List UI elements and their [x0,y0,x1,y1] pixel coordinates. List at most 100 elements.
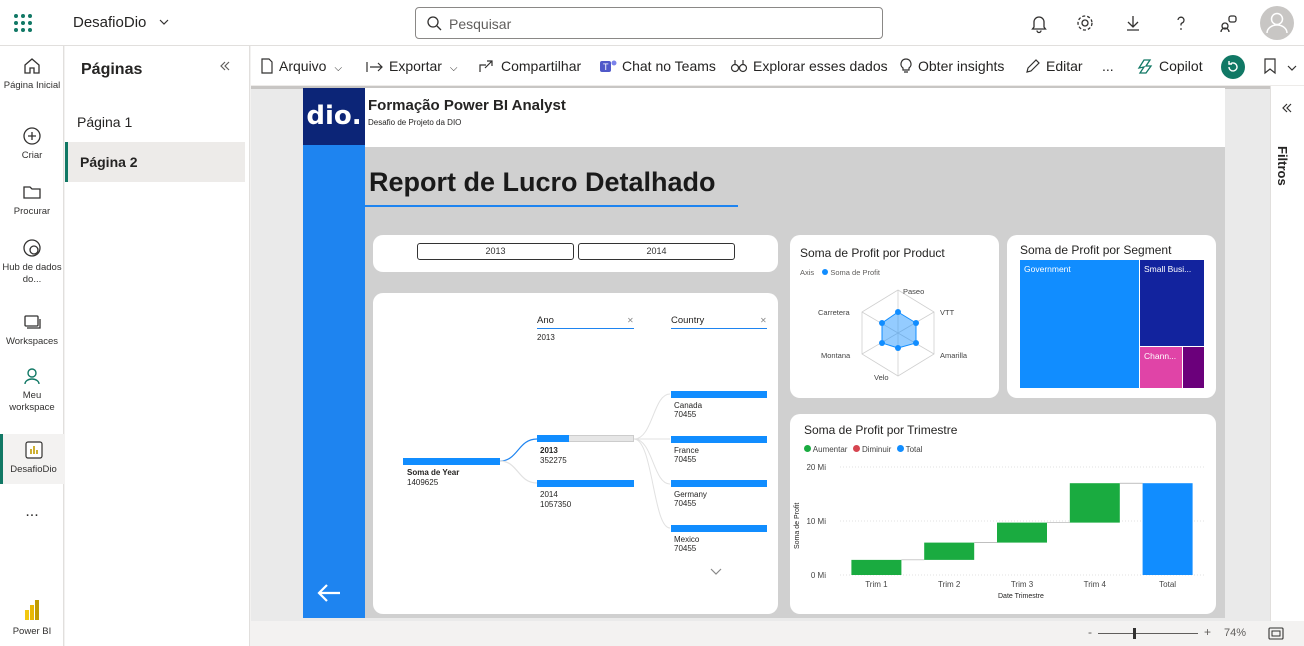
decomp-year-2014-label: 2014 [540,490,558,499]
decomp-country-bar[interactable] [671,525,767,532]
filters-pane[interactable]: Filtros [1270,86,1304,621]
refresh-icon[interactable] [1221,55,1245,79]
more-options-button[interactable]: ... [1102,58,1114,74]
y-tick-label: 10 Mi [806,517,826,526]
share-feedback-icon[interactable] [1218,12,1240,34]
decomp-year-2013-label: 2013 [540,446,558,455]
chevron-down-icon[interactable] [710,568,722,576]
copilot-label: Copilot [1159,58,1203,74]
nav-browse[interactable]: Procurar [0,182,64,218]
settings-gear-icon[interactable] [1074,12,1096,34]
radar-axis-label: Amarilla [940,351,968,360]
chevron-down-icon [159,19,168,25]
decomp-connectors [499,393,671,529]
nav-create[interactable]: Criar [0,126,64,162]
y-tick-label: 20 Mi [806,463,826,472]
nav-my-workspace[interactable]: Meu workspace [0,366,64,414]
export-menu-button[interactable]: Exportar ⌵ [366,58,458,74]
nav-home-label: Página Inicial [3,80,61,91]
decomp-root-value: 1409625 [407,478,439,487]
zoom-out-button[interactable]: - [1088,625,1092,639]
treemap-tile-government[interactable]: Government [1020,260,1139,388]
year-slicer-2013[interactable]: 2013 [417,243,574,260]
teams-chat-button[interactable]: T Chat no Teams [599,58,716,74]
fit-to-page-icon[interactable] [1268,627,1284,640]
x-tick-label: Trim 2 [938,580,961,589]
waterfall-chart-card: Soma de Profit por Trimestre Aumentar Di… [790,414,1216,614]
folder-icon [23,186,41,199]
left-nav-rail: Página Inicial Criar Procurar Hub de dad… [0,46,64,646]
decomp-country-bar[interactable] [671,436,767,443]
create-plus-icon [23,127,41,145]
home-icon [24,58,40,74]
radar-chart-card: Soma de Profit por Product Axis Soma de … [790,235,999,398]
copilot-icon [1137,59,1153,74]
chevron-down-icon[interactable] [1287,64,1297,72]
expand-filters-icon[interactable] [1280,102,1292,114]
decomp-country-bar[interactable] [671,480,767,487]
treemap-tile-small-business[interactable]: Small Busi... [1140,260,1204,346]
status-bar: - + 74% [1080,621,1304,646]
treemap-tile-other[interactable] [1183,347,1204,388]
nav-more[interactable]: ... [0,504,64,520]
treemap-tile-label: Small Busi... [1144,264,1192,274]
nav-browse-label: Procurar [13,206,51,217]
pages-panel: Páginas Página 1 Página 2 [65,46,250,646]
x-tick-label: Trim 1 [865,580,888,589]
user-avatar[interactable] [1260,6,1294,40]
decomp-country-value: 70455 [674,499,697,508]
decomp-root-label: Soma de Year [407,468,460,477]
decomp-year-2013-bar[interactable] [537,435,569,442]
waterfall-bar [997,522,1047,543]
treemap-tile-channel[interactable]: Chann... [1140,347,1182,388]
file-menu-button[interactable]: Arquivo ⌵ [260,58,342,74]
waterfall-bar [1069,483,1120,523]
app-launcher-icon[interactable] [14,14,32,32]
power-bi-logo-icon [25,600,39,620]
nav-data-hub-label: Hub de dados do... [2,262,62,285]
decomp-country-value: 70455 [674,410,697,419]
export-arrow-icon [366,62,383,72]
decomp-root-bar[interactable] [403,458,500,465]
nav-workspaces[interactable]: Workspaces [0,312,64,348]
zoom-in-button[interactable]: + [1204,625,1211,639]
help-icon[interactable] [1170,12,1192,34]
share-button[interactable]: Compartilhar [478,58,581,74]
radar-axis-label: Carretera [818,308,850,317]
nav-data-hub[interactable]: Hub de dados do... [0,238,64,286]
bookmark-icon[interactable] [1263,58,1277,75]
waterfall-y-label: Soma de Profit [794,502,801,549]
filters-label: Filtros [1275,146,1290,186]
page-item-1[interactable]: Página 1 [65,102,245,142]
insights-button[interactable]: Obter insights [899,58,1004,74]
year-slicer-2014[interactable]: 2014 [578,243,735,260]
treemap-tile-label: Government [1024,264,1071,274]
edit-button[interactable]: Editar [1025,58,1083,74]
collapse-pages-icon[interactable] [219,60,231,72]
svg-text:T: T [603,62,609,72]
copilot-button[interactable]: Copilot [1136,58,1203,74]
nav-current-workspace[interactable]: DesafioDio [0,434,64,484]
back-arrow-icon[interactable] [316,582,342,604]
decomp-country-label: Germany [674,490,707,499]
decomposition-tree-card: Ano ✕ 2013 Country ✕ Soma de Year 140962… [373,293,778,614]
decomp-country-bar[interactable] [671,391,767,398]
decomp-year-2014-value: 1057350 [540,500,572,509]
zoom-slider-track[interactable] [1098,633,1198,634]
page-item-2[interactable]: Página 2 [65,142,245,182]
download-icon[interactable] [1122,12,1144,34]
zoom-slider-thumb[interactable] [1133,628,1136,639]
explore-data-button[interactable]: Explorar esses dados [730,58,888,74]
decomp-year-2013-value: 352275 [540,456,567,465]
notifications-bell-icon[interactable] [1028,12,1050,34]
waterfall-bar [851,559,902,575]
treemap-title: Soma de Profit por Segment [1020,243,1172,257]
search-input[interactable]: Pesquisar [415,7,883,39]
nav-power-bi[interactable]: Power BI [0,598,64,638]
export-label: Exportar [389,58,442,74]
nav-home[interactable]: Página Inicial [0,56,64,92]
decomp-year-2014-bar[interactable] [537,480,634,487]
chevron-down-icon: ⌵ [334,63,343,74]
insights-label: Obter insights [918,58,1005,74]
workspace-title-button[interactable]: DesafioDio [73,14,169,31]
